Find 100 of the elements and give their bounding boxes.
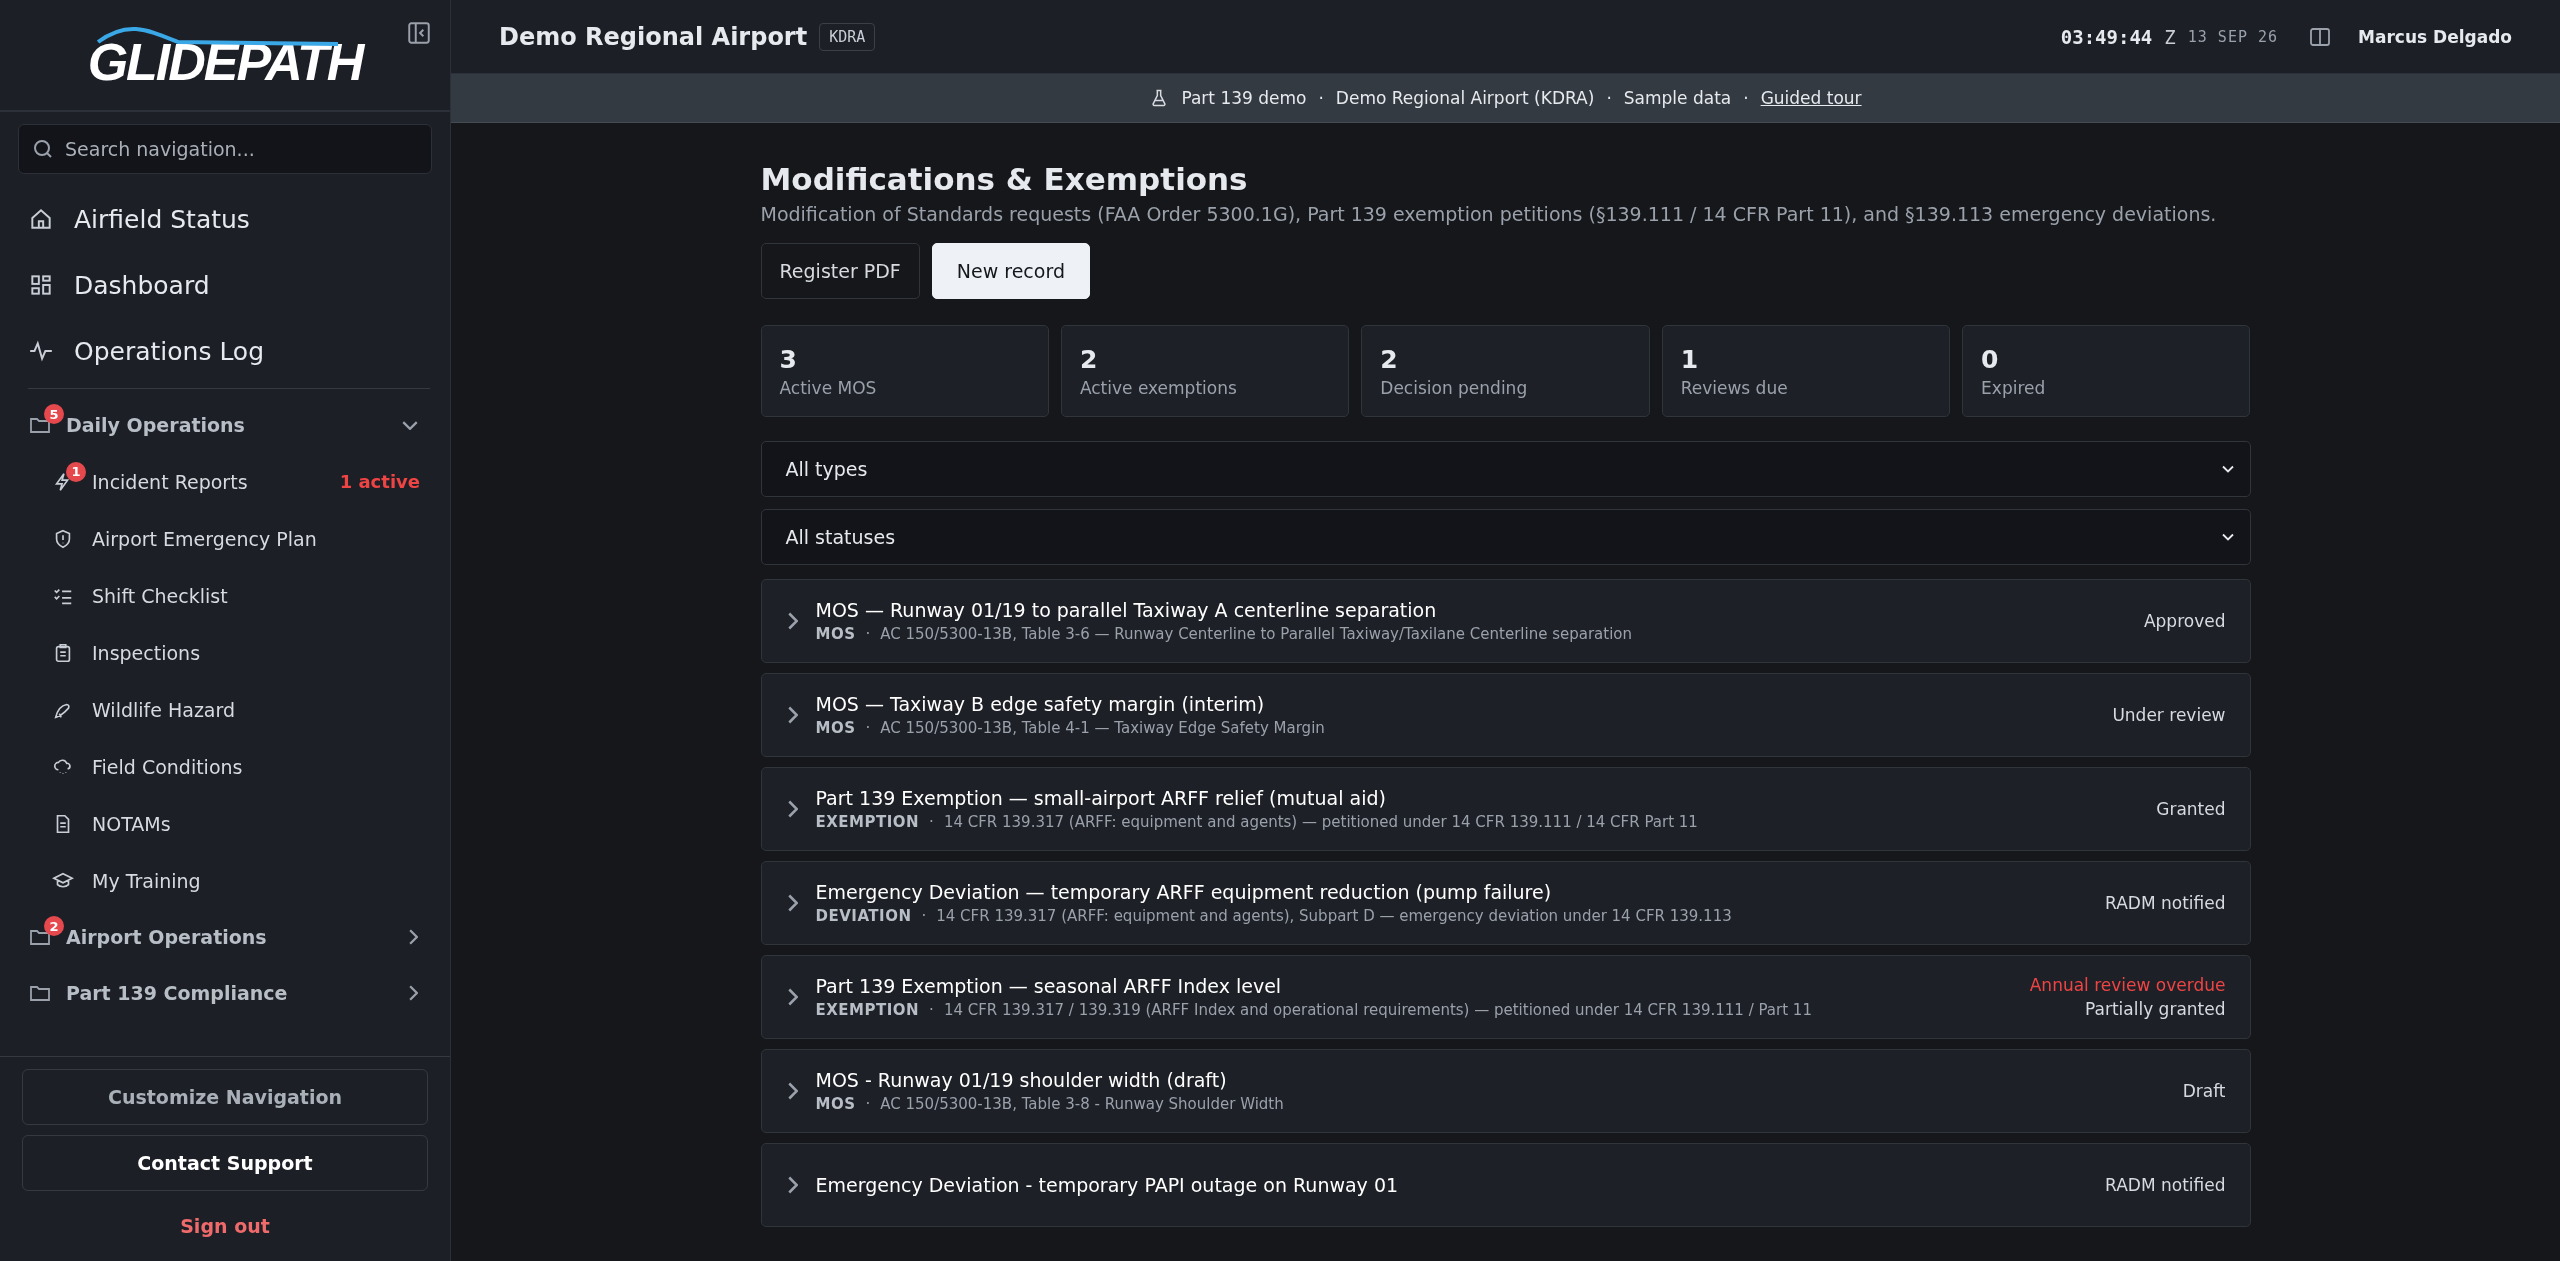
action-button[interactable]: Register PDF [760,243,920,299]
search-field[interactable]: Search navigation... [18,124,432,174]
airport-name: Demo Regional Airport [499,22,808,51]
record-type: MOS [815,1095,856,1113]
record-row[interactable]: Emergency Deviation - temporary PAPI outage on Runway 01 RADM notified [760,1143,2251,1227]
record-title: Part 139 Exemption — small-airport ARFF relief (mutual aid) [815,787,1387,809]
banner-text: · [1318,88,1324,108]
separator-dot: · [865,1095,871,1113]
clock-date: 13 SEP 26 [2187,27,2279,46]
nav-label: Airport Emergency Plan [92,527,318,550]
nav-label: Incident Reports [92,470,249,493]
record-title: Part 139 Exemption — seasonal ARFF Index level [815,975,1283,997]
filter-dropdown[interactable]: All types [760,441,2251,497]
record-title: Emergency Deviation — temporary ARFF equipment reduction (pump failure) [815,881,1553,903]
group-label: Airport Operations [66,926,268,948]
count-badge: 5 [44,404,64,424]
guided-tour-link[interactable]: Guided tour [1760,88,1862,108]
separator-dot: · [865,625,871,643]
record-status: Approved [2143,611,2226,631]
record-title: MOS — Taxiway B edge safety margin (interim) [815,693,1266,715]
nav-item[interactable]: Shift Checklist [28,567,430,624]
nav-item[interactable]: 1 Incident Reports 1 active [28,453,430,510]
banner-text: Sample data [1623,88,1732,108]
footer-button[interactable]: Contact Support [22,1135,428,1191]
record-row[interactable]: MOS — Runway 01/19 to parallel Taxiway A centerline separation MOS · AC 150/5300-13B, Table 3-6 — Runway Centerline to Parallel Taxiway/Taxilane Centerline separation Approved [760,579,2251,663]
status-text: 1 active [339,471,420,492]
record-type: MOS [815,719,856,737]
nav-item[interactable]: Inspections [28,624,430,681]
record-title: Emergency Deviation - temporary PAPI outage on Runway 01 [815,1174,1400,1196]
record-title: MOS — Runway 01/19 to parallel Taxiway A centerline separation [815,599,1438,621]
footer-button[interactable]: Customize Navigation [22,1069,428,1125]
grid-icon [28,272,54,298]
nav-group[interactable]: 2 Airport Operations [28,909,430,965]
stat-value: 2 [1079,344,1099,374]
separator-dot: · [921,907,927,925]
nav-item[interactable]: Dashboard [28,252,430,318]
separator-dot: · [865,719,871,737]
nav-label: Wildlife Hazard [92,698,237,721]
separator-dot: · [929,813,934,831]
banner-text: Demo Regional Airport (KDRA) [1335,88,1595,108]
group-label: Part 139 Compliance [66,982,289,1004]
record-status: Granted [2156,799,2226,819]
nav-item[interactable]: Wildlife Hazard [28,681,430,738]
record-type: EXEMPTION [815,1001,920,1019]
stat-value: 0 [1981,344,2000,374]
stat-label: Active MOS [779,377,878,398]
record-row[interactable]: MOS — Taxiway B edge safety margin (interim) MOS · AC 150/5300-13B, Table 4-1 — Taxiway Edge Safety Margin Under review [760,673,2251,757]
stat-value: 3 [779,344,798,374]
search-icon [34,140,52,158]
record-row[interactable]: Emergency Deviation — temporary ARFF equipment reduction (pump failure) DEVIATION · 14 CFR 139.317 (ARFF: equipment and agents), Subpart D — emergency deviation under 14 CFR 139.113 RADM notified [760,861,2251,945]
nav-item[interactable]: Operations Log [28,318,430,384]
nav-item[interactable]: Airport Emergency Plan [28,510,430,567]
separator-dot: · [929,1001,934,1019]
nav-label: Shift Checklist [92,584,229,607]
banner-text: Part 139 demo [1181,88,1307,108]
user-name[interactable]: Marcus Delgado [2358,26,2512,47]
page-title: Modifications & Exemptions [760,161,1249,197]
record-type: MOS [815,625,856,643]
record-reference: 14 CFR 139.317 (ARFF: equipment and agents) — petitioned under 14 CFR 139.111 / 14 CFR Part 11 [943,813,1698,831]
nav-label: My Training [92,869,202,892]
group-label: Daily Operations [66,414,246,436]
record-row[interactable]: Part 139 Exemption — small-airport ARFF relief (mutual aid) EXEMPTION · 14 CFR 139.317 (ARFF: equipment and agents) — petitioned under 14 CFR 139.111 / 14 CFR Part 11 Granted [760,767,2251,851]
record-reference: 14 CFR 139.317 / 139.319 (ARFF Index and operational requirements) — petitioned under 14 CFR 139.111 / Part 11 [943,1001,1812,1019]
clock-time: 03:49:44 [2060,25,2153,48]
record-reference: 14 CFR 139.317 (ARFF: equipment and agents), Subpart D — emergency deviation under 14 CFR 139.113 [936,907,1732,925]
alert-text: Annual review overdue [2029,975,2226,995]
stat-value: 1 [1680,344,1700,374]
record-status: Under review [2112,705,2226,725]
record-row[interactable] [760,955,2251,1039]
action-button[interactable]: New record [931,243,1090,299]
banner-text: · [1743,88,1749,108]
sign-out-link[interactable]: Sign out [174,1201,276,1251]
nav-item[interactable]: NOTAMs [28,795,430,852]
record-type: DEVIATION [815,907,912,925]
sidebar-collapse-icon[interactable] [406,20,432,46]
airport-code-badge: KDRA [819,22,876,51]
record-row[interactable]: MOS - Runway 01/19 shoulder width (draft) MOS · AC 150/5300-13B, Table 3-8 - Runway Shoulder Width Draft [760,1049,2251,1133]
nav-group[interactable]: Part 139 Compliance [28,965,430,1021]
nav-item[interactable]: Airfield Status [28,186,430,252]
count-badge: 1 [66,461,86,482]
record-reference: AC 150/5300-13B, Table 3-8 - Runway Shoulder Width [880,1095,1284,1113]
nav-item[interactable]: My Training [28,852,430,909]
time-zone: Z [2164,25,2176,48]
record-reference: AC 150/5300-13B, Table 4-1 — Taxiway Edge Safety Margin [880,719,1325,737]
stat-label: Decision pending [1380,377,1529,398]
stat-label: Reviews due [1680,377,1789,398]
nav-label: NOTAMs [92,812,172,835]
glidepath-logo: GLIDEPATH [87,18,363,92]
stat-label: Active exemptions [1079,377,1238,398]
nav-item[interactable]: Field Conditions [28,738,430,795]
nav-label: Inspections [92,641,202,664]
banner-text: · [1606,88,1612,108]
nav-group[interactable]: 5 Daily Operations [28,397,430,453]
record-type: EXEMPTION [815,813,920,831]
count-badge: 2 [44,916,64,936]
record-status: Draft [2182,1081,2226,1101]
record-title: MOS - Runway 01/19 shoulder width (draft) [815,1069,1228,1091]
record-reference: AC 150/5300-13B, Table 3-6 — Runway Centerline to Parallel Taxiway/Taxilane Centerline separation [880,625,1632,643]
stat-value: 2 [1380,344,1399,374]
filter-dropdown[interactable]: All statuses [760,509,2251,565]
